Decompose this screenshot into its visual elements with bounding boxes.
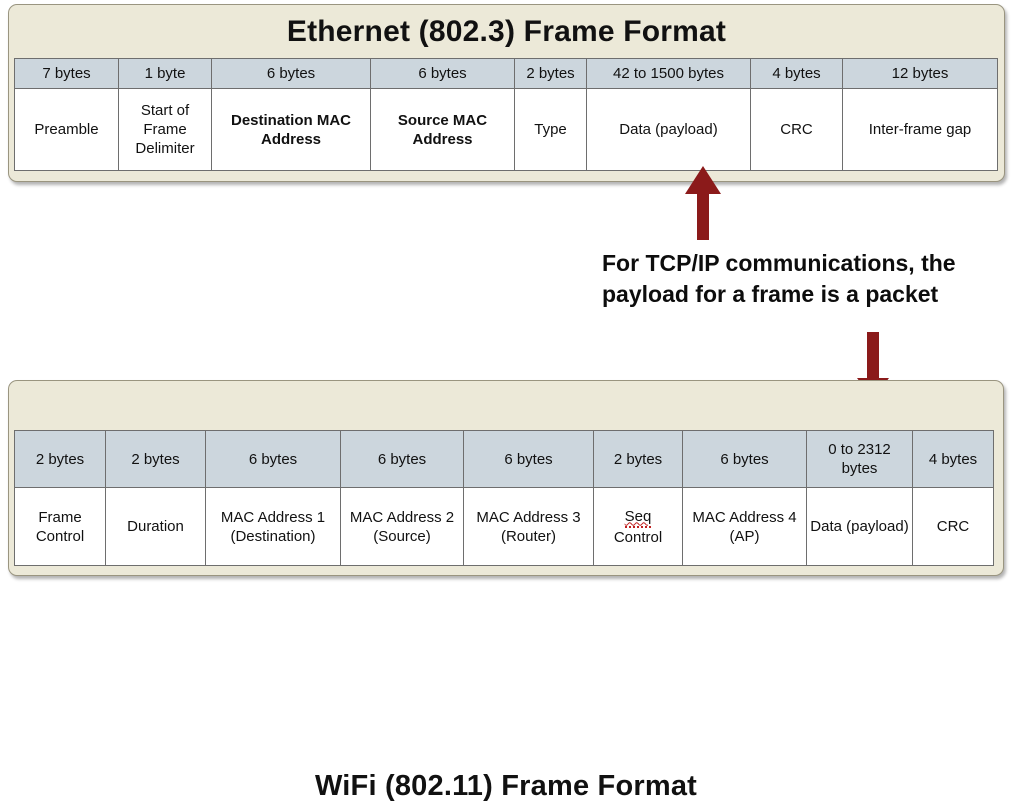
ethernet-size-cell: 7 bytes bbox=[14, 58, 119, 89]
wifi-field-cell: MAC Address 2 (Source) bbox=[340, 487, 464, 566]
ethernet-size-row: 7 bytes 1 byte 6 bytes 6 bytes 2 bytes 4… bbox=[14, 58, 998, 89]
wifi-panel-title: WiFi (802.11) Frame Format bbox=[314, 770, 698, 802]
wifi-field-cell: Data (payload) bbox=[806, 487, 913, 566]
wifi-size-cell: 2 bytes bbox=[105, 430, 206, 488]
ethernet-field-cell: Destination MAC Address bbox=[211, 88, 371, 171]
ethernet-field-cell: Source MAC Address bbox=[370, 88, 515, 171]
wifi-size-cell: 4 bytes bbox=[912, 430, 994, 488]
seq-control-rest: Control bbox=[613, 528, 663, 546]
wifi-field-cell-seq: Seq Control bbox=[593, 487, 683, 566]
wifi-field-cell: MAC Address 1 (Destination) bbox=[205, 487, 341, 566]
wifi-size-cell: 2 bytes bbox=[14, 430, 106, 488]
ethernet-size-cell: 1 byte bbox=[118, 58, 212, 89]
wifi-size-cell: 6 bytes bbox=[463, 430, 594, 488]
wifi-field-cell: Frame Control bbox=[14, 487, 106, 566]
ethernet-size-cell: 12 bytes bbox=[842, 58, 998, 89]
ethernet-field-cell: Type bbox=[514, 88, 587, 171]
ethernet-field-cell: Preamble bbox=[14, 88, 119, 171]
payload-annotation-text: For TCP/IP communications, the payload f… bbox=[602, 250, 956, 307]
wifi-field-row: Frame Control Duration MAC Address 1 (De… bbox=[14, 487, 994, 566]
ethernet-size-cell: 6 bytes bbox=[211, 58, 371, 89]
wifi-field-cell: MAC Address 4 (AP) bbox=[682, 487, 807, 566]
wifi-field-cell: Duration bbox=[105, 487, 206, 566]
wifi-frame-table: 2 bytes 2 bytes 6 bytes 6 bytes 6 bytes … bbox=[14, 430, 994, 566]
ethernet-field-cell: Start of Frame Delimiter bbox=[118, 88, 212, 171]
ethernet-size-cell: 6 bytes bbox=[370, 58, 515, 89]
ethernet-field-row: Preamble Start of Frame Delimiter Destin… bbox=[14, 88, 998, 171]
wifi-size-cell: 6 bytes bbox=[205, 430, 341, 488]
ethernet-size-cell: 2 bytes bbox=[514, 58, 587, 89]
ethernet-field-cell: Data (payload) bbox=[586, 88, 751, 171]
wifi-size-row: 2 bytes 2 bytes 6 bytes 6 bytes 6 bytes … bbox=[14, 430, 994, 488]
ethernet-size-cell: 42 to 1500 bytes bbox=[586, 58, 751, 89]
misspelled-word: Seq bbox=[624, 507, 652, 528]
wifi-size-cell: 6 bytes bbox=[682, 430, 807, 488]
wifi-size-cell: 6 bytes bbox=[340, 430, 464, 488]
wifi-field-cell: CRC bbox=[912, 487, 994, 566]
ethernet-size-cell: 4 bytes bbox=[750, 58, 843, 89]
wifi-size-cell: 0 to 2312 bytes bbox=[806, 430, 913, 488]
ethernet-frame-table: 7 bytes 1 byte 6 bytes 6 bytes 2 bytes 4… bbox=[14, 58, 998, 171]
wifi-field-cell: MAC Address 3 (Router) bbox=[463, 487, 594, 566]
arrow-up-icon bbox=[685, 166, 721, 240]
ethernet-field-cell: Inter-frame gap bbox=[842, 88, 998, 171]
ethernet-field-cell: CRC bbox=[750, 88, 843, 171]
ethernet-panel-title: Ethernet (802.3) Frame Format bbox=[286, 15, 727, 48]
wifi-size-cell: 2 bytes bbox=[593, 430, 683, 488]
